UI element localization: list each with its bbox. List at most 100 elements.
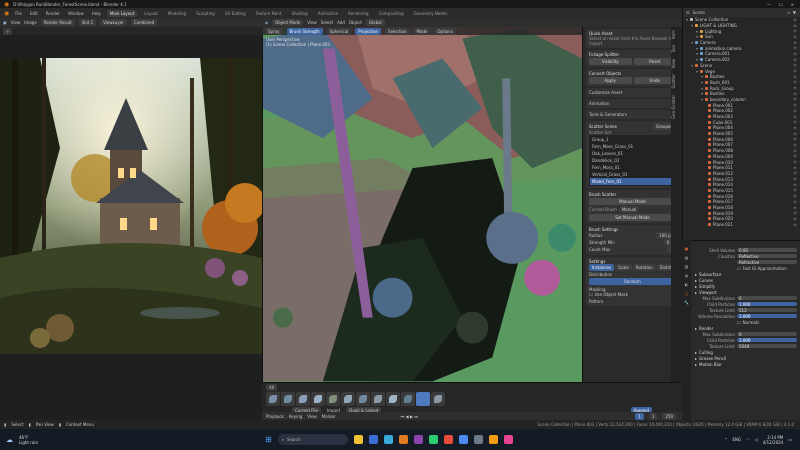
disclosure-triangle-icon[interactable]: ▾ — [701, 80, 703, 85]
tool-spray[interactable]: Spray — [265, 27, 283, 35]
group-item[interactable]: Group_1 — [590, 136, 675, 143]
clock[interactable]: 3:14 PM 4/12/2024 — [763, 435, 784, 445]
eye-icon[interactable]: 👁 — [793, 46, 797, 50]
property-field[interactable]: 512 — [737, 307, 797, 313]
eye-icon[interactable]: 👁 — [793, 211, 797, 215]
asset-thumbnail[interactable] — [311, 392, 325, 406]
group-item[interactable]: Fern_Moss_Grass_01 — [590, 143, 675, 150]
tab-rotation[interactable]: Rotation — [632, 264, 656, 271]
eye-icon[interactable]: 👁 — [793, 177, 797, 181]
taskbar-app-icon[interactable] — [443, 435, 453, 444]
checkbox-icon[interactable]: ☐ — [589, 292, 593, 297]
menu-help[interactable]: Help — [90, 11, 103, 16]
playback-menu[interactable]: Playback — [266, 414, 284, 419]
eye-icon[interactable]: 👁 — [793, 166, 797, 170]
render-tab-icon[interactable]: ▣ — [682, 246, 691, 251]
eye-icon[interactable]: 👁 — [793, 24, 797, 28]
end-frame-field[interactable]: 250 — [662, 412, 676, 420]
menu-edit[interactable]: Edit — [28, 11, 40, 16]
taskbar-app-icon[interactable] — [503, 435, 513, 444]
checkbox-icon[interactable]: ☐ — [737, 266, 741, 271]
select-menu[interactable]: Select — [321, 20, 333, 25]
eye-icon[interactable]: 👁 — [793, 103, 797, 107]
world-tab-icon[interactable]: ◐ — [682, 282, 691, 287]
property-field[interactable]: 0.00 — [737, 247, 797, 253]
start-frame-field[interactable]: 1 — [648, 412, 658, 420]
property-field[interactable]: Refractive — [737, 259, 797, 265]
slot-selector[interactable]: Slot 1 — [78, 19, 97, 26]
object-tab-icon[interactable]: ▢ — [682, 291, 691, 296]
taskbar-app-icon[interactable] — [353, 435, 363, 444]
tool-selection[interactable]: Selection — [385, 27, 410, 35]
current-frame-field[interactable]: 1 — [635, 412, 644, 420]
marker-menu[interactable]: Marker — [322, 414, 336, 419]
workspace-tab[interactable]: Shading — [288, 10, 310, 17]
outliner-type-icon[interactable]: ☰ — [686, 10, 690, 15]
eye-icon[interactable]: 👁 — [793, 149, 797, 153]
eye-icon[interactable]: 👁 — [793, 137, 797, 141]
checkbox-icon[interactable]: ☐ — [737, 320, 741, 325]
sample-tool-button[interactable]: ⊹ — [3, 27, 13, 35]
notification-icon[interactable]: ▭ — [788, 437, 792, 442]
eye-icon[interactable]: 👁 — [793, 97, 797, 101]
eye-icon[interactable]: 👁 — [793, 75, 797, 79]
asset-thumbnail[interactable] — [401, 392, 415, 406]
workspace-tab[interactable]: Geometry Nodes — [411, 10, 451, 17]
display-mode-dropdown[interactable]: Scene — [693, 10, 705, 15]
modifier-tab-icon[interactable]: 🔧 — [682, 300, 691, 305]
disclosure-triangle-icon[interactable]: ▾ — [701, 97, 703, 102]
eye-icon[interactable]: 👁 — [793, 154, 797, 158]
disclosure-triangle-icon[interactable]: ▾ — [696, 46, 698, 51]
workspace-tab[interactable]: UV Editing — [222, 10, 249, 17]
property-field[interactable]: 6 — [737, 295, 797, 301]
eye-icon[interactable]: 👁 — [793, 58, 797, 62]
menu-render[interactable]: Render — [44, 11, 62, 16]
workspace-tab[interactable]: Texture Paint — [253, 10, 285, 17]
eye-icon[interactable]: 👁 — [793, 194, 797, 198]
tab-instances[interactable]: Instances — [589, 264, 615, 271]
taskbar-app-icon[interactable] — [413, 435, 423, 444]
eye-icon[interactable]: 👁 — [793, 86, 797, 90]
menu-file[interactable]: File — [13, 11, 24, 16]
eye-icon[interactable]: 👁 — [793, 41, 797, 45]
tab-item[interactable]: Item — [671, 27, 676, 42]
tool-mode[interactable]: Mode — [413, 27, 431, 35]
visibility-button[interactable]: Visibility — [589, 58, 632, 65]
eye-icon[interactable]: 👁 — [793, 115, 797, 119]
asset-thumbnail[interactable] — [281, 392, 295, 406]
scene-tab-icon[interactable]: ◍ — [682, 273, 691, 278]
group-item[interactable]: Dandelion_02 — [590, 157, 675, 164]
tool-options[interactable]: Options — [434, 27, 456, 35]
animation-panel[interactable]: Animation — [586, 99, 679, 108]
property-field[interactable]: 6 — [737, 331, 797, 337]
distribution-dropdown[interactable]: Random — [589, 278, 676, 285]
tools-generators-panel[interactable]: Tools & Generators — [586, 110, 679, 119]
taskbar-app-icon[interactable] — [473, 435, 483, 444]
eye-icon[interactable]: 👁 — [793, 109, 797, 113]
editor-type-icon[interactable]: ◈ — [265, 20, 268, 25]
asset-thumbnail[interactable] — [326, 392, 340, 406]
property-field[interactable]: Reflective — [737, 253, 797, 259]
property-field[interactable]: 1.000 — [737, 301, 797, 307]
set-manual-mode-button[interactable]: Set Manual Mode — [589, 214, 676, 221]
tab-view[interactable]: View — [671, 56, 676, 72]
tab-geo-scatter[interactable]: Geo-Scatter — [671, 92, 676, 122]
property-field[interactable]: 1.000 — [737, 337, 797, 343]
output-tab-icon[interactable]: ▤ — [682, 255, 691, 260]
language-indicator[interactable]: ENG — [733, 437, 742, 442]
asset-thumbnail[interactable] — [341, 392, 355, 406]
pass-selector[interactable]: Combined — [130, 19, 158, 26]
workspace-tab[interactable]: Layout — [141, 10, 161, 17]
eye-icon[interactable]: 👁 — [793, 200, 797, 204]
disclosure-triangle-icon[interactable]: ▾ — [696, 34, 698, 39]
current-brush-value[interactable]: Manual — [618, 206, 640, 213]
property-field[interactable]: 2048 — [737, 343, 797, 349]
workspace-tab[interactable]: Modeling — [165, 10, 189, 17]
filter-icon[interactable]: ▼ — [793, 10, 796, 15]
asset-thumbnail[interactable] — [371, 392, 385, 406]
disclosure-triangle-icon[interactable]: ▾ — [691, 63, 693, 68]
object-mode-dropdown[interactable]: Object Mode — [272, 19, 304, 26]
minimize-button[interactable]: — — [767, 2, 771, 7]
view-menu[interactable]: View — [307, 20, 317, 25]
taskbar-app-icon[interactable] — [368, 435, 378, 444]
